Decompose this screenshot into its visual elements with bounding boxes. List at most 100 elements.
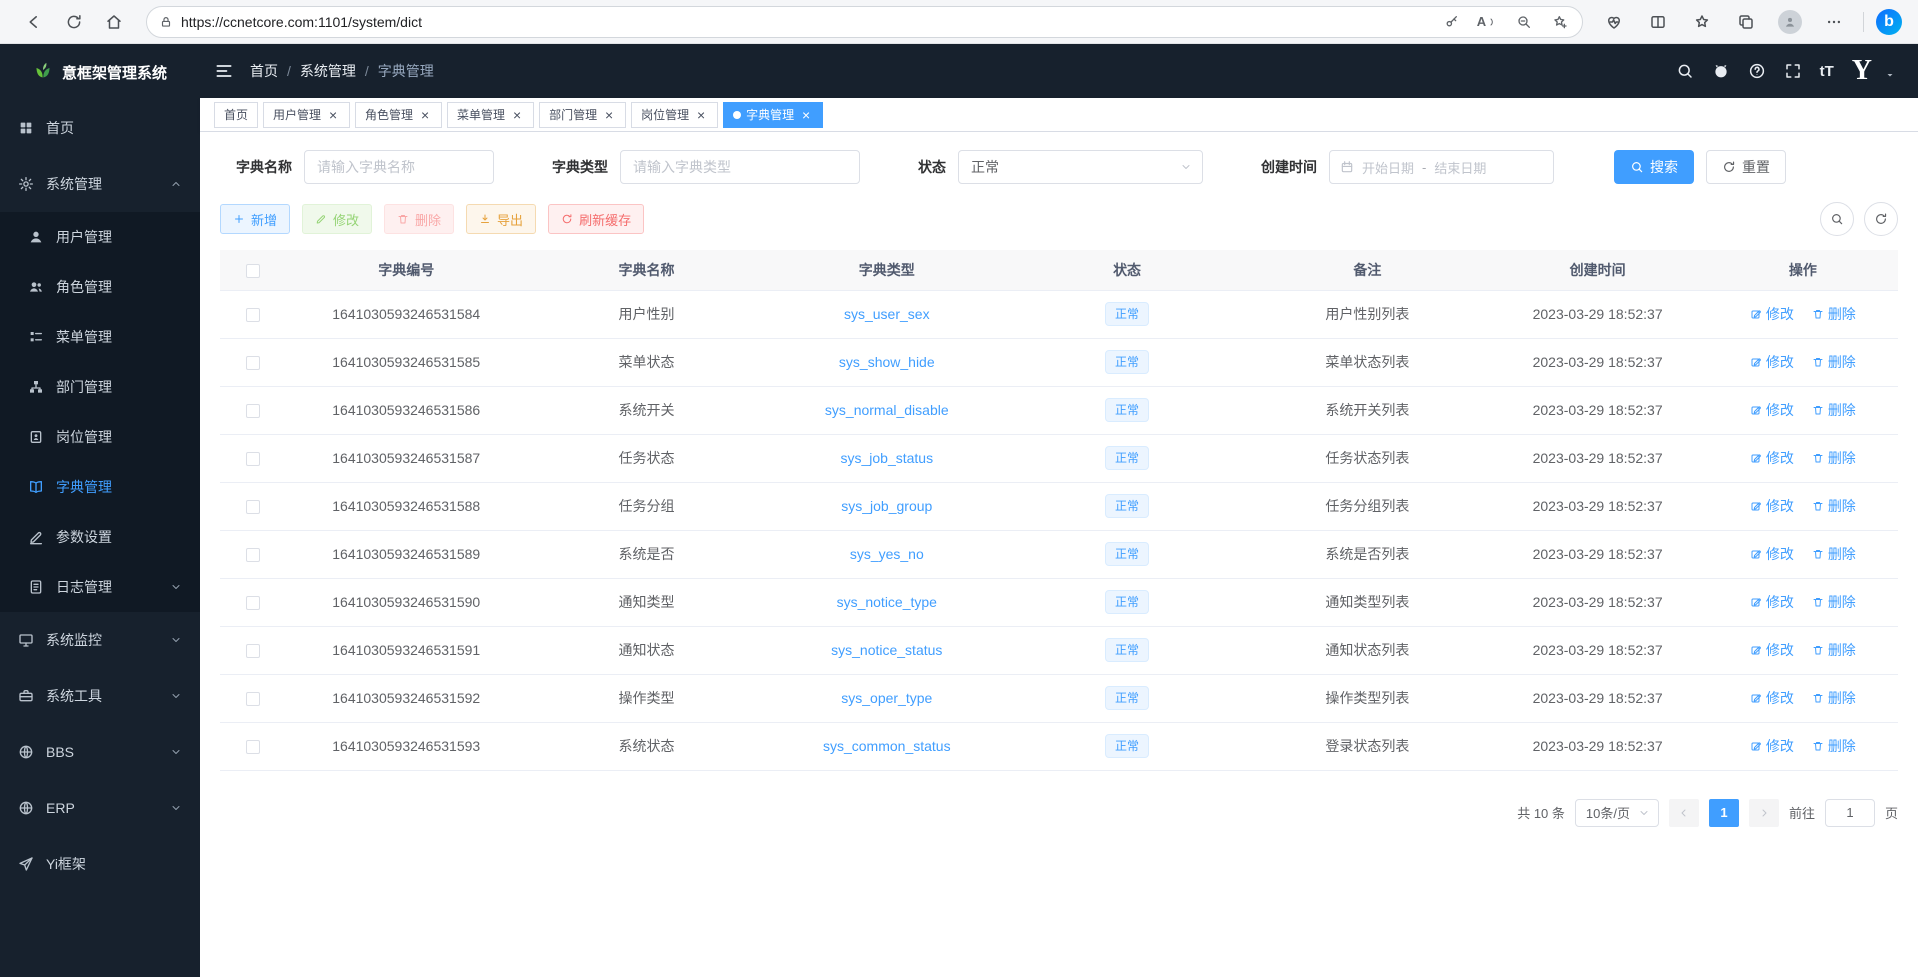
dict-type-link[interactable]: sys_common_status [823,738,951,754]
sidebar-item-tools[interactable]: 系统工具 [0,668,200,724]
row-checkbox[interactable] [246,356,260,370]
dict-type-link[interactable]: sys_oper_type [841,690,932,706]
row-delete-button[interactable]: 删除 [1812,544,1856,564]
search-button[interactable]: 搜索 [1614,150,1694,184]
app-logo[interactable]: 意框架管理系统 [0,44,200,100]
close-icon[interactable]: × [326,108,340,122]
tab-user-mgmt[interactable]: 用户管理 × [263,102,350,128]
sidebar-item-erp[interactable]: ERP [0,780,200,836]
browser-essentials-icon[interactable] [1597,6,1631,38]
tab-role-mgmt[interactable]: 角色管理 × [355,102,442,128]
search-icon[interactable] [1676,62,1694,80]
close-icon[interactable]: × [799,108,813,122]
sidebar-item-system[interactable]: 系统管理 [0,156,200,212]
breadcrumb-system[interactable]: 系统管理 [300,61,356,81]
row-checkbox[interactable] [246,308,260,322]
date-end-placeholder[interactable]: 结束日期 [1434,158,1486,177]
read-aloud-icon[interactable]: A [1474,9,1502,35]
refresh-cache-button[interactable]: 刷新缓存 [548,204,644,234]
dict-type-link[interactable]: sys_notice_type [837,594,937,610]
dict-type-input[interactable] [620,150,860,184]
refresh-table-button[interactable] [1864,202,1898,236]
row-edit-button[interactable]: 修改 [1750,640,1794,660]
row-edit-button[interactable]: 修改 [1750,544,1794,564]
row-checkbox[interactable] [246,644,260,658]
sidebar-item-menu-mgmt[interactable]: 菜单管理 [0,312,200,362]
sidebar-item-dept-mgmt[interactable]: 部门管理 [0,362,200,412]
favorites-icon[interactable] [1685,6,1719,38]
show-search-toggle-button[interactable] [1820,202,1854,236]
row-edit-button[interactable]: 修改 [1750,304,1794,324]
github-icon[interactable] [1712,62,1730,80]
add-button[interactable]: 新增 [220,204,290,234]
breadcrumb-home[interactable]: 首页 [250,61,278,81]
row-delete-button[interactable]: 删除 [1812,304,1856,324]
font-size-icon[interactable]: tT [1820,63,1834,80]
settings-ellipsis-icon[interactable] [1817,6,1851,38]
dict-type-link[interactable]: sys_notice_status [831,642,942,658]
row-edit-button[interactable]: 修改 [1750,736,1794,756]
hamburger-icon[interactable] [214,61,234,81]
sidebar-item-param-settings[interactable]: 参数设置 [0,512,200,562]
row-edit-button[interactable]: 修改 [1750,448,1794,468]
tab-home[interactable]: 首页 [214,102,258,128]
current-page-button[interactable]: 1 [1709,799,1739,827]
row-checkbox[interactable] [246,740,260,754]
close-icon[interactable]: × [602,108,616,122]
row-checkbox[interactable] [246,404,260,418]
help-icon[interactable] [1748,62,1766,80]
dict-type-link[interactable]: sys_job_status [840,450,933,466]
sidebar-item-home[interactable]: 首页 [0,100,200,156]
tab-post-mgmt[interactable]: 岗位管理 × [631,102,718,128]
delete-button[interactable]: 删除 [384,204,454,234]
sidebar-item-bbs[interactable]: BBS [0,724,200,780]
next-page-button[interactable] [1749,799,1779,827]
date-start-placeholder[interactable]: 开始日期 [1362,158,1414,177]
sidebar-item-yi-framework[interactable]: Yi框架 [0,836,200,892]
row-delete-button[interactable]: 删除 [1812,352,1856,372]
row-checkbox[interactable] [246,692,260,706]
split-screen-icon[interactable] [1641,6,1675,38]
page-size-select[interactable]: 10条/页 [1575,799,1659,827]
export-button[interactable]: 导出 [466,204,536,234]
row-edit-button[interactable]: 修改 [1750,592,1794,612]
browser-home-button[interactable] [96,5,132,39]
row-delete-button[interactable]: 删除 [1812,640,1856,660]
row-delete-button[interactable]: 删除 [1812,688,1856,708]
row-edit-button[interactable]: 修改 [1750,688,1794,708]
sidebar-item-user-mgmt[interactable]: 用户管理 [0,212,200,262]
caret-down-icon[interactable] [1884,69,1896,85]
select-all-checkbox[interactable] [246,264,260,278]
row-delete-button[interactable]: 删除 [1812,496,1856,516]
sidebar-item-log-mgmt[interactable]: 日志管理 [0,562,200,612]
url-text[interactable]: https://ccnetcore.com:1101/system/dict [181,14,1430,30]
sidebar-item-dict-mgmt[interactable]: 字典管理 [0,462,200,512]
row-edit-button[interactable]: 修改 [1750,496,1794,516]
tab-dept-mgmt[interactable]: 部门管理 × [539,102,626,128]
dict-name-input[interactable] [304,150,494,184]
row-delete-button[interactable]: 删除 [1812,736,1856,756]
add-favorite-star-icon[interactable] [1546,9,1574,35]
close-icon[interactable]: × [694,108,708,122]
tab-dict-mgmt[interactable]: 字典管理 × [723,102,823,128]
dict-type-link[interactable]: sys_yes_no [850,546,924,562]
dict-type-link[interactable]: sys_user_sex [844,306,930,322]
row-checkbox[interactable] [246,596,260,610]
dict-type-link[interactable]: sys_normal_disable [825,402,949,418]
sidebar-item-post-mgmt[interactable]: 岗位管理 [0,412,200,462]
row-delete-button[interactable]: 删除 [1812,400,1856,420]
profile-avatar-icon[interactable] [1773,6,1807,38]
password-key-icon[interactable] [1438,9,1466,35]
row-checkbox[interactable] [246,548,260,562]
browser-back-button[interactable] [16,5,52,39]
date-range-picker[interactable]: 开始日期 - 结束日期 [1329,150,1554,184]
collections-icon[interactable] [1729,6,1763,38]
address-bar[interactable]: https://ccnetcore.com:1101/system/dict A [146,6,1583,38]
reset-button[interactable]: 重置 [1706,150,1786,184]
dict-type-link[interactable]: sys_show_hide [839,354,935,370]
zoom-out-icon[interactable] [1510,9,1538,35]
sidebar-item-monitor[interactable]: 系统监控 [0,612,200,668]
row-edit-button[interactable]: 修改 [1750,400,1794,420]
status-select[interactable]: 正常 [958,150,1203,184]
row-checkbox[interactable] [246,452,260,466]
